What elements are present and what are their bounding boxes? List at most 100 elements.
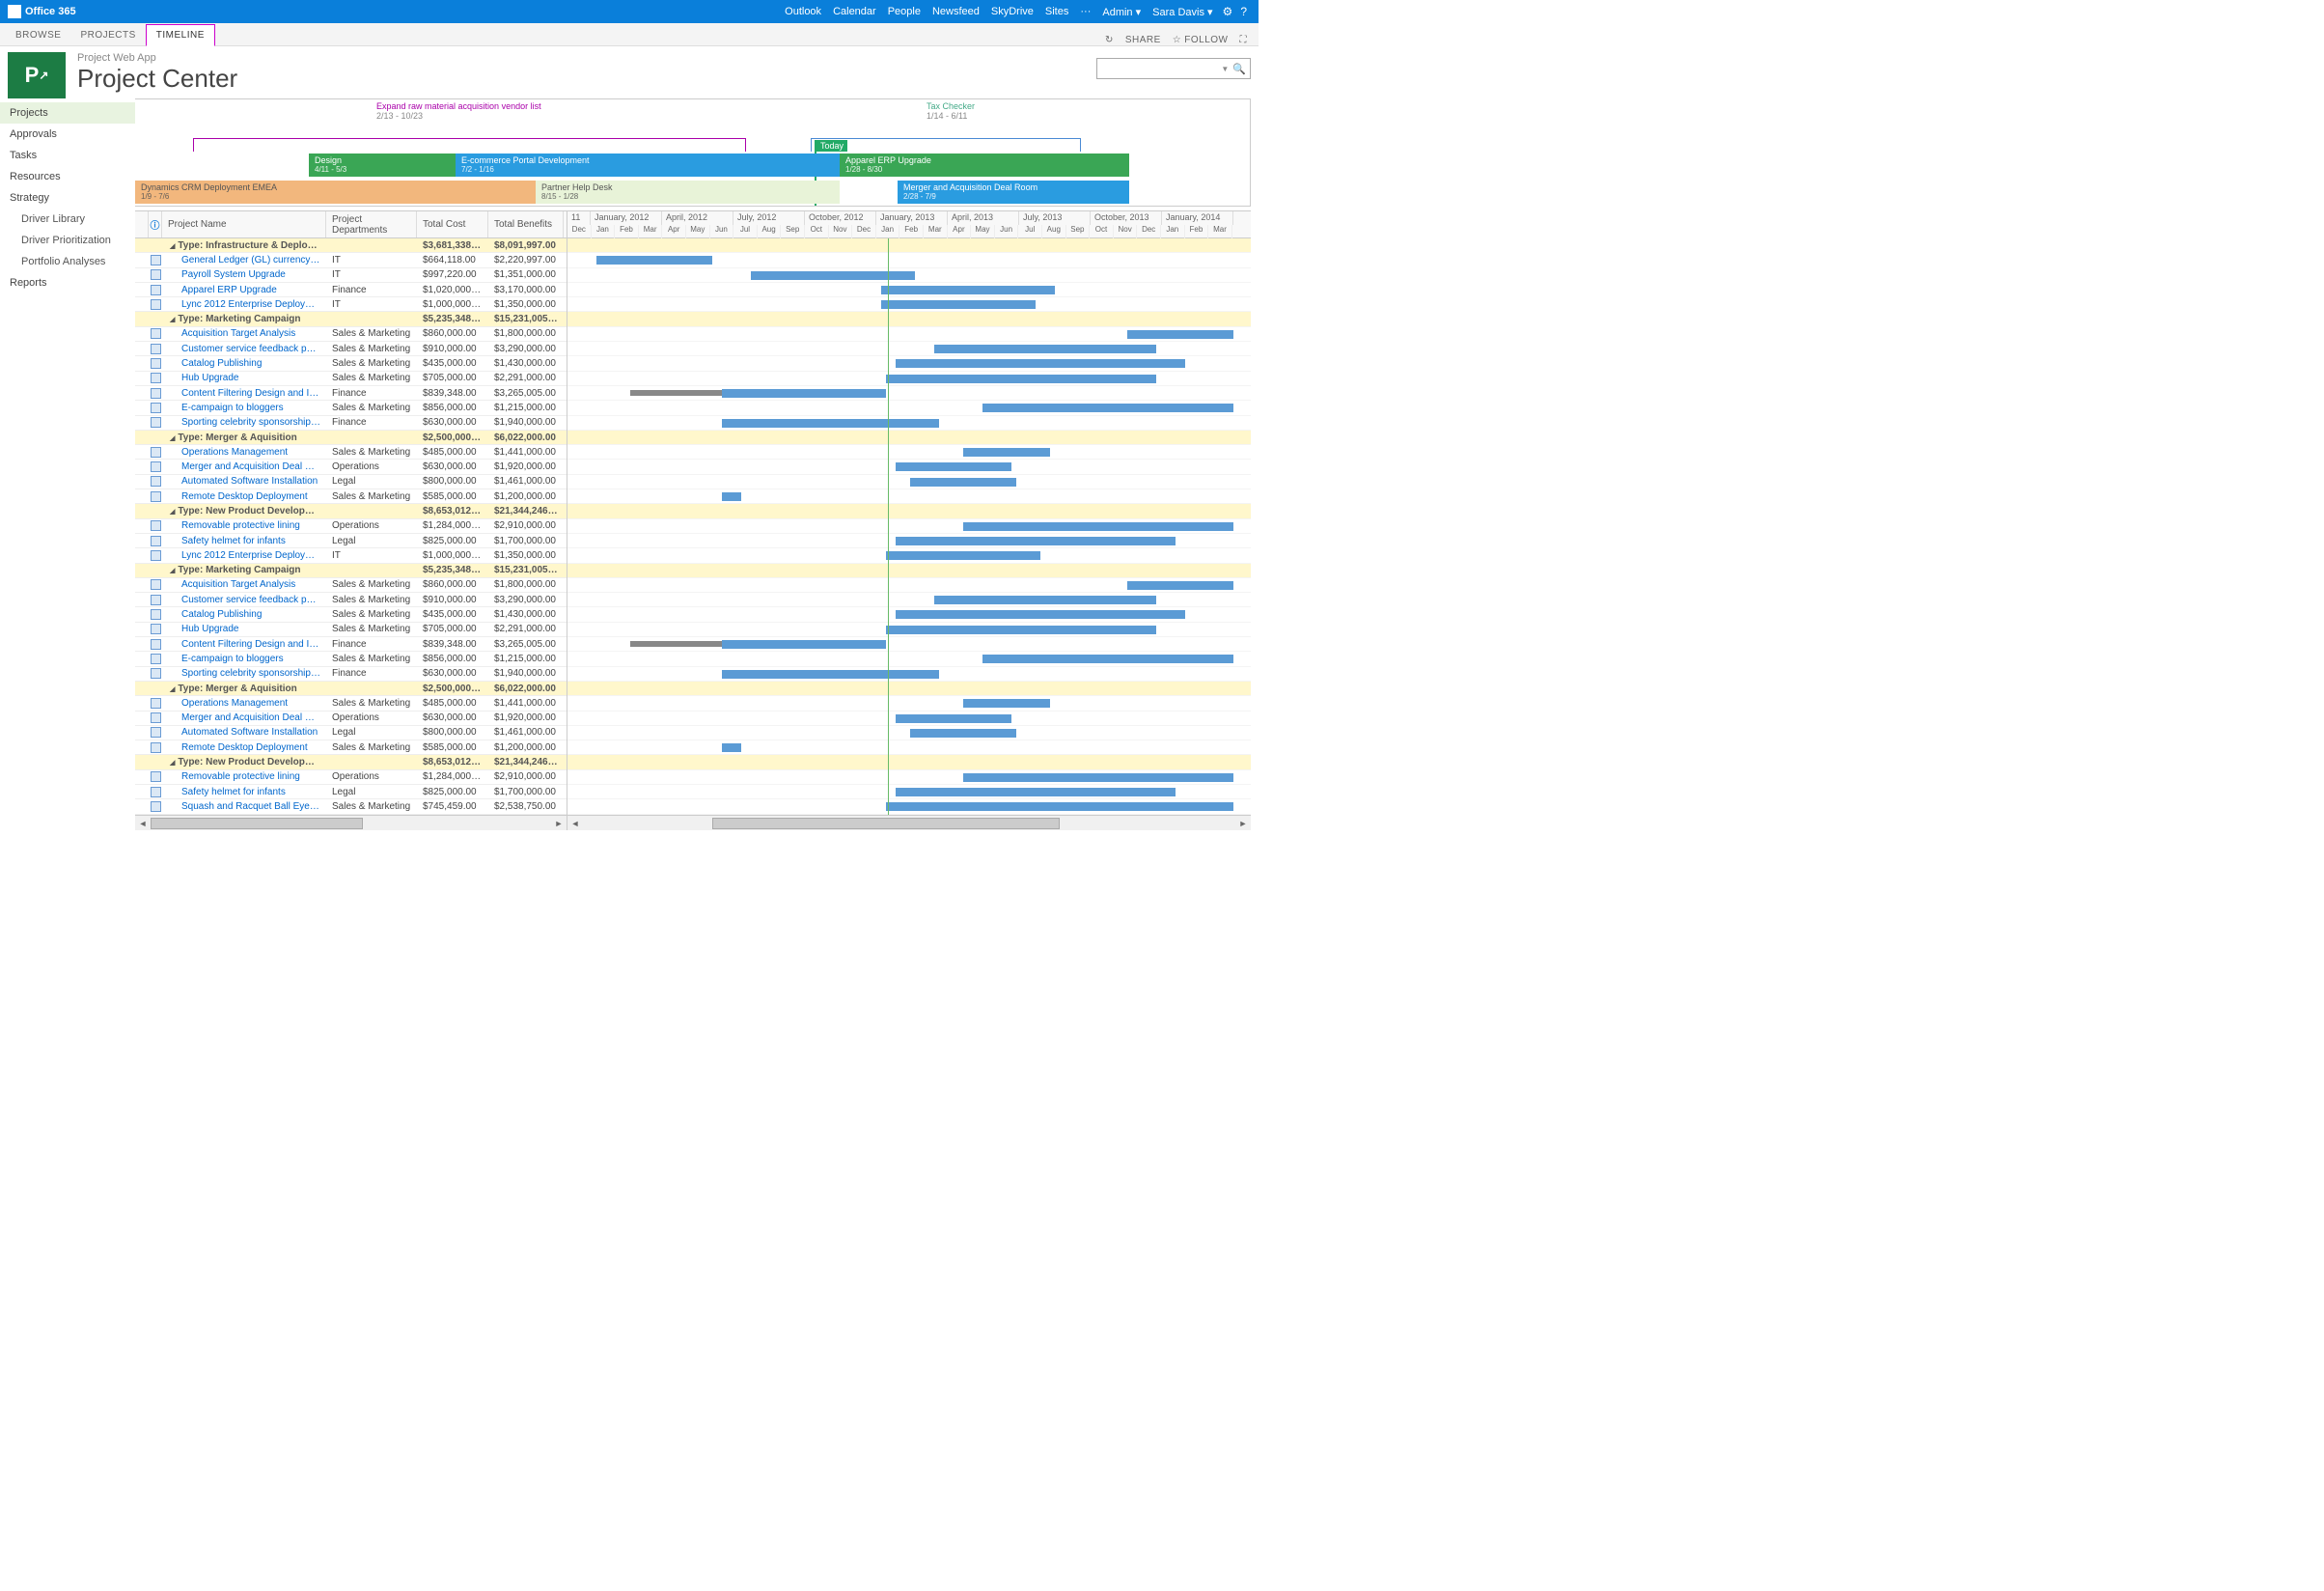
project-link[interactable]: Hub Upgrade	[162, 624, 326, 634]
project-link[interactable]: Lync 2012 Enterprise Deployment	[162, 299, 326, 310]
scroll-thumb[interactable]	[151, 818, 363, 829]
sidenav-item[interactable]: Tasks	[0, 145, 135, 166]
nav-skydrive[interactable]: SkyDrive	[991, 6, 1034, 17]
sync-button[interactable]: ↻	[1099, 35, 1120, 45]
project-link[interactable]: Payroll System Upgrade	[162, 269, 326, 280]
gantt-bar[interactable]	[1127, 330, 1233, 339]
project-app-icon[interactable]: P↗	[8, 52, 66, 98]
follow-button[interactable]: ☆ FOLLOW	[1167, 35, 1234, 45]
gantt-bar[interactable]	[751, 271, 915, 280]
timeline[interactable]: Expand raw material acquisition vendor l…	[135, 98, 1251, 207]
nav-more[interactable]: ···	[1080, 6, 1091, 17]
project-link[interactable]: Content Filtering Design and Implementat…	[162, 388, 326, 399]
project-link[interactable]: Merger and Acquisition Deal Room	[162, 712, 326, 723]
gantt-bar[interactable]	[910, 729, 1016, 738]
project-row[interactable]: Automated Software InstallationLegal$800…	[135, 475, 567, 489]
sidenav-item[interactable]: Driver Library	[0, 209, 135, 230]
gantt-bar[interactable]	[881, 286, 1055, 294]
nav-admin[interactable]: Admin ▾	[1102, 6, 1141, 18]
project-row[interactable]: Removable protective liningOperations$1,…	[135, 519, 567, 534]
group-row[interactable]: ◢Type: Merger & Aquisition$2,500,000.00$…	[135, 431, 567, 445]
project-link[interactable]: Automated Software Installation	[162, 476, 326, 487]
project-row[interactable]: Content Filtering Design and Implementat…	[135, 386, 567, 401]
project-row[interactable]: Merger and Acquisition Deal RoomOperatio…	[135, 712, 567, 726]
share-button[interactable]: SHARE	[1120, 35, 1167, 45]
gantt-bar[interactable]	[982, 655, 1233, 663]
sidenav-item[interactable]: Portfolio Analyses	[0, 251, 135, 272]
gantt-bar[interactable]	[630, 390, 736, 396]
gantt-bar[interactable]	[630, 641, 736, 647]
project-row[interactable]: Sporting celebrity sponsorship and endor…	[135, 667, 567, 682]
gantt-bar[interactable]	[896, 714, 1011, 723]
project-row[interactable]: Content Filtering Design and Implementat…	[135, 637, 567, 652]
gantt-bar[interactable]	[886, 626, 1156, 634]
nav-newsfeed[interactable]: Newsfeed	[932, 6, 980, 17]
project-link[interactable]: Sporting celebrity sponsorship and endor…	[162, 417, 326, 428]
gantt-bar[interactable]	[722, 389, 886, 398]
project-link[interactable]: Remote Desktop Deployment	[162, 491, 326, 502]
project-row[interactable]: E-campaign to bloggersSales & Marketing$…	[135, 401, 567, 415]
gantt-bar[interactable]	[934, 596, 1156, 604]
timeline-band[interactable]: Merger and Acquisition Deal Room2/28 - 7…	[898, 181, 1129, 204]
gantt-bar[interactable]	[896, 462, 1011, 471]
timeline-band[interactable]: Design4/11 - 5/3	[309, 154, 456, 177]
col-departments[interactable]: Project Departments	[326, 211, 417, 237]
project-link[interactable]: Squash and Racquet Ball Eye Wear	[162, 801, 326, 812]
gantt-bar[interactable]	[881, 300, 1036, 309]
project-row[interactable]: Remote Desktop DeploymentSales & Marketi…	[135, 740, 567, 755]
timeline-callout[interactable]: Tax Checker1/14 - 6/11	[927, 101, 975, 121]
project-row[interactable]: Hub UpgradeSales & Marketing$705,000.00$…	[135, 372, 567, 386]
project-link[interactable]: General Ledger (GL) currency update	[162, 255, 326, 265]
project-row[interactable]: Acquisition Target AnalysisSales & Marke…	[135, 578, 567, 593]
gantt-bar[interactable]	[722, 419, 939, 428]
timeline-callout[interactable]: Expand raw material acquisition vendor l…	[376, 101, 541, 121]
search-input[interactable]: ▼ 🔍	[1096, 58, 1251, 79]
project-link[interactable]: Lync 2012 Enterprise Deployment	[162, 550, 326, 561]
project-link[interactable]: Removable protective lining	[162, 520, 326, 531]
gear-icon[interactable]: ⚙	[1223, 5, 1233, 18]
user-menu[interactable]: Sara Davis ▾	[1152, 6, 1212, 18]
nav-people[interactable]: People	[888, 6, 921, 17]
project-link[interactable]: Acquisition Target Analysis	[162, 579, 326, 590]
project-row[interactable]: General Ledger (GL) currency updateIT$66…	[135, 253, 567, 267]
project-link[interactable]: Automated Software Installation	[162, 727, 326, 738]
project-row[interactable]: Apparel ERP UpgradeFinance$1,020,000.00$…	[135, 283, 567, 297]
sidenav-item[interactable]: Resources	[0, 166, 135, 187]
project-link[interactable]: E-campaign to bloggers	[162, 654, 326, 664]
focus-button[interactable]: ⛶	[1234, 35, 1254, 45]
project-row[interactable]: Removable protective liningOperations$1,…	[135, 770, 567, 785]
project-row[interactable]: Remote Desktop DeploymentSales & Marketi…	[135, 489, 567, 504]
gantt-scrollbar[interactable]: ◄ ►	[567, 815, 1251, 830]
tab-browse[interactable]: BROWSE	[6, 25, 70, 45]
gantt-bar[interactable]	[886, 551, 1040, 560]
sidenav-item[interactable]: Reports	[0, 272, 135, 293]
col-project-name[interactable]: Project Name	[162, 211, 326, 237]
project-row[interactable]: Operations ManagementSales & Marketing$4…	[135, 445, 567, 460]
project-row[interactable]: Sporting celebrity sponsorship and endor…	[135, 416, 567, 431]
gantt-bar[interactable]	[910, 478, 1016, 487]
project-link[interactable]: Content Filtering Design and Implementat…	[162, 639, 326, 650]
gantt-bar[interactable]	[722, 640, 886, 649]
sidenav-item[interactable]: Projects	[0, 102, 135, 124]
project-row[interactable]: Customer service feedback portalSales & …	[135, 593, 567, 607]
project-link[interactable]: Merger and Acquisition Deal Room	[162, 461, 326, 472]
project-link[interactable]: Hub Upgrade	[162, 373, 326, 383]
project-link[interactable]: Remote Desktop Deployment	[162, 742, 326, 753]
project-link[interactable]: Catalog Publishing	[162, 358, 326, 369]
project-row[interactable]: Automated Software InstallationLegal$800…	[135, 726, 567, 740]
gantt-bar[interactable]	[963, 448, 1050, 457]
project-link[interactable]: Acquisition Target Analysis	[162, 328, 326, 339]
gantt-bar[interactable]	[722, 670, 939, 679]
gantt-bar[interactable]	[963, 699, 1050, 708]
group-row[interactable]: ◢Type: New Product Development$8,653,012…	[135, 504, 567, 518]
project-row[interactable]: Merger and Acquisition Deal RoomOperatio…	[135, 460, 567, 474]
gantt-bar[interactable]	[722, 492, 741, 501]
gantt-bar[interactable]	[896, 610, 1185, 619]
gantt-bar[interactable]	[722, 743, 741, 752]
project-link[interactable]: Catalog Publishing	[162, 609, 326, 620]
gantt-bar[interactable]	[963, 522, 1233, 531]
timeline-band[interactable]: Apparel ERP Upgrade1/28 - 8/30	[840, 154, 1129, 177]
project-row[interactable]: Acquisition Target AnalysisSales & Marke…	[135, 327, 567, 342]
group-row[interactable]: ◢Type: Marketing Campaign$5,235,348.00$1…	[135, 312, 567, 326]
tab-projects[interactable]: PROJECTS	[70, 25, 145, 45]
